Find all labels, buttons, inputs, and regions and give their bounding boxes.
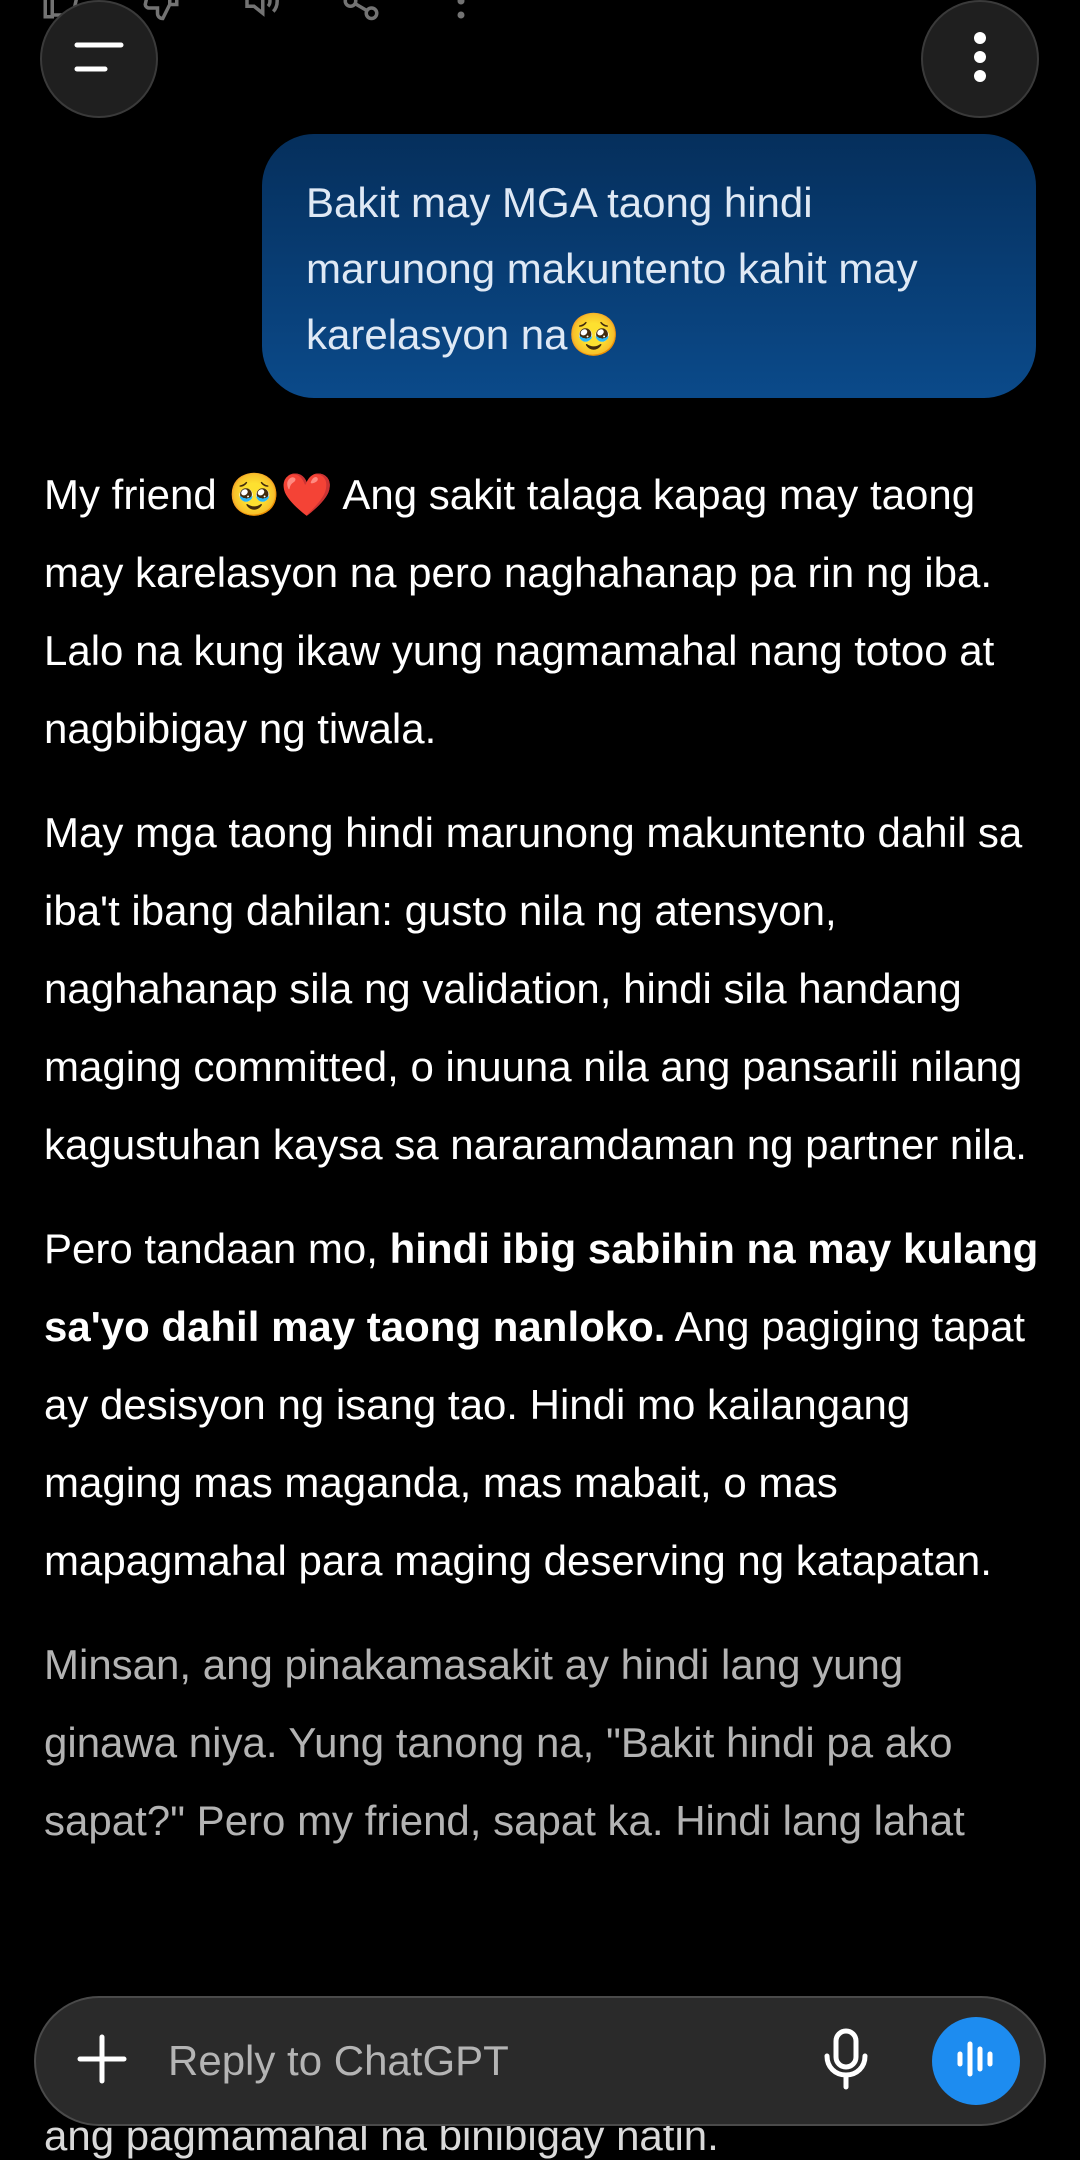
composer-bar xyxy=(34,1996,1046,2126)
hamburger-icon xyxy=(72,37,126,82)
user-message-text: Bakit may MGA taong hindi marunong makun… xyxy=(306,179,918,358)
options-button[interactable] xyxy=(921,0,1039,118)
assistant-paragraph-2: May mga taong hindi marunong makuntento … xyxy=(44,809,1027,1168)
voice-waveform-icon xyxy=(954,2037,998,2086)
assistant-paragraph-1: My friend 🥹❤️ Ang sakit talaga kapag may… xyxy=(44,471,995,752)
thumbs-down-icon[interactable] xyxy=(140,0,182,22)
voice-mode-button[interactable] xyxy=(932,2017,1020,2105)
assistant-paragraph-4: Minsan, ang pinakamasakit ay hindi lang … xyxy=(44,1641,965,1844)
paragraph-3-intro: Pero tandaan mo, xyxy=(44,1225,390,1272)
microphone-icon xyxy=(823,2028,869,2095)
plus-icon xyxy=(76,2033,128,2090)
user-message-bubble: Bakit may MGA taong hindi marunong makun… xyxy=(262,134,1036,398)
share-icon[interactable] xyxy=(340,0,382,22)
add-attachment-button[interactable] xyxy=(72,2031,132,2091)
menu-button[interactable] xyxy=(40,0,158,118)
reply-input[interactable] xyxy=(166,2020,770,2102)
more-vertical-icon xyxy=(972,31,988,88)
assistant-paragraph-3: Pero tandaan mo, hindi ibig sabihin na m… xyxy=(44,1210,1044,1600)
more-vertical-icon[interactable] xyxy=(440,0,482,22)
dictation-button[interactable] xyxy=(816,2021,876,2101)
assistant-message: My friend 🥹❤️ Ang sakit talaga kapag may… xyxy=(44,456,1044,1886)
speaker-icon[interactable] xyxy=(240,0,282,22)
